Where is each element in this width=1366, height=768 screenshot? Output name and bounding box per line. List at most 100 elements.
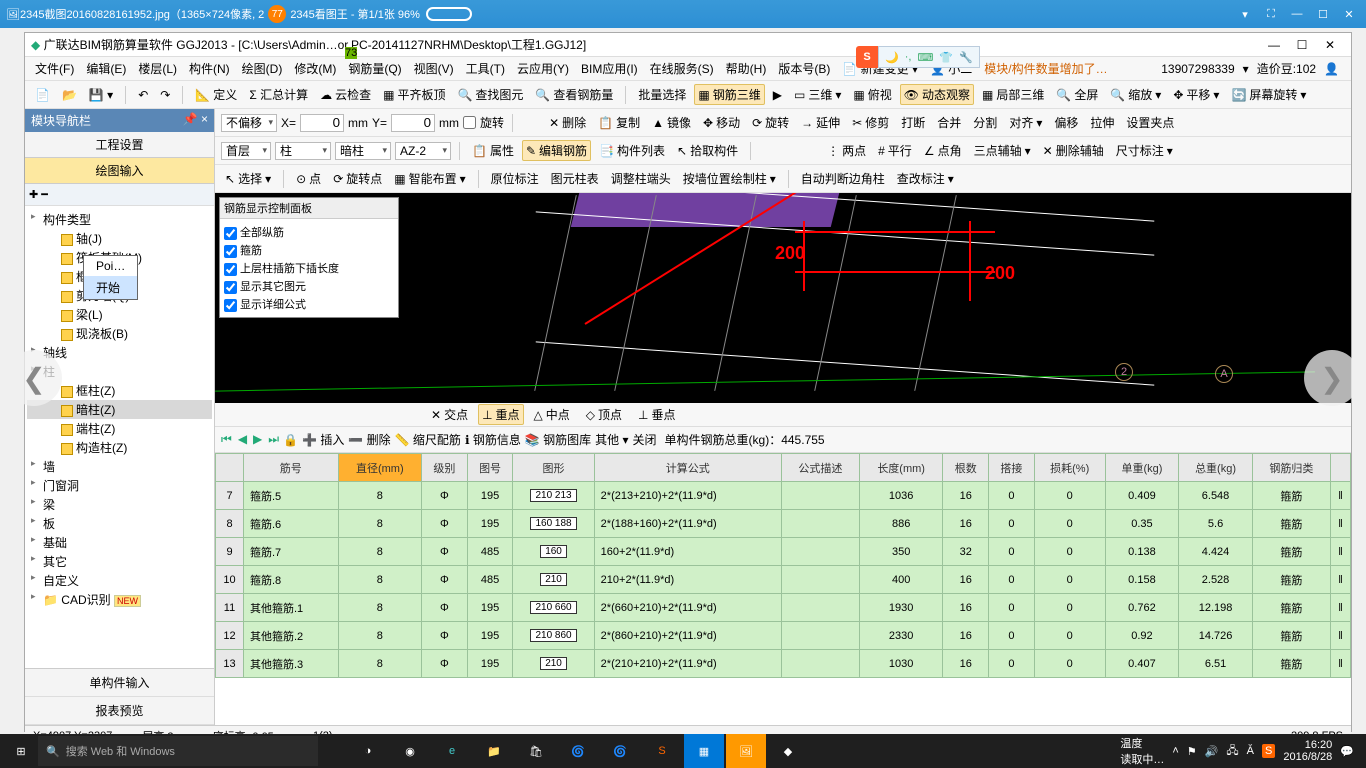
ime-wrench-icon[interactable]: 🔧 xyxy=(959,51,973,64)
three-aux-button[interactable]: 三点辅轴 ▾ xyxy=(970,140,1035,161)
cell[interactable]: 12 xyxy=(216,622,244,650)
viewer-minimize-icon[interactable]: — xyxy=(1286,5,1308,23)
rotate-button[interactable]: ⟳ 旋转 xyxy=(748,112,793,133)
cell[interactable]: 箍筋.8 xyxy=(244,566,339,594)
cell[interactable]: 8 xyxy=(338,650,421,678)
tree-node-custom[interactable]: 自定义 xyxy=(27,571,212,590)
property-button[interactable]: 📋 属性 xyxy=(468,140,518,161)
col-header[interactable]: 根数 xyxy=(943,454,989,482)
tray-up-icon[interactable]: ˄ xyxy=(1172,745,1178,757)
menu-cloud[interactable]: 云应用(Y) xyxy=(513,58,573,79)
task-icon[interactable]: 🌀 xyxy=(600,734,640,768)
cell[interactable]: 8 xyxy=(338,538,421,566)
local3d-button[interactable]: ▦ 局部三维 xyxy=(978,84,1048,105)
angle-button[interactable]: ∠ 点角 xyxy=(920,140,966,161)
cell[interactable]: 16 xyxy=(943,650,989,678)
parallel-button[interactable]: # 平行 xyxy=(874,140,916,161)
copy-button[interactable]: 📋 复制 xyxy=(594,112,644,133)
col-header[interactable] xyxy=(216,454,244,482)
rebar-display-panel[interactable]: 钢筋显示控制面板 全部纵筋 箍筋 上层柱插筋下插长度 显示其它图元 显示详细公式 xyxy=(219,197,399,318)
cell[interactable]: 0.158 xyxy=(1105,566,1179,594)
tree-leaf[interactable]: 端柱(Z) xyxy=(27,419,212,438)
cell[interactable]: 箍筋.6 xyxy=(244,510,339,538)
cell[interactable]: 195 xyxy=(467,482,513,510)
floor-combo[interactable]: 首层 xyxy=(221,142,271,160)
viewport-3d[interactable]: 200 200 2 A 钢筋显示控制面板 全部纵筋 箍筋 上层柱插筋下插长度 显… xyxy=(215,193,1351,403)
task-viewer-icon[interactable]: 🖼 xyxy=(726,734,766,768)
offset-button[interactable]: 偏移 xyxy=(1050,112,1082,133)
menu-modify[interactable]: 修改(M) xyxy=(290,58,340,79)
insert-row-button[interactable]: ➕ 插入 xyxy=(302,431,344,448)
cell[interactable]: 其他箍筋.3 xyxy=(244,650,339,678)
start-button[interactable]: ⊞ xyxy=(4,734,38,768)
tree-leaf[interactable]: 现浇板(B) xyxy=(27,324,212,343)
tray-notifications-icon[interactable]: 💬 xyxy=(1340,745,1354,758)
menu-online[interactable]: 在线服务(S) xyxy=(646,58,718,79)
rebar-info-button[interactable]: ℹ 钢筋信息 xyxy=(465,431,521,448)
fullscreen-button[interactable]: 🔍 全屏 xyxy=(1052,84,1102,105)
cell[interactable]: Φ xyxy=(422,482,468,510)
cell[interactable]: 10 xyxy=(216,566,244,594)
cat-combo[interactable]: 柱 xyxy=(275,142,331,160)
menu-note[interactable]: 模块/构件数量增加了… xyxy=(980,58,1111,79)
cell[interactable]: 195 xyxy=(467,622,513,650)
screen-rotate-button[interactable]: 🔄 屏幕旋转 ▾ xyxy=(1227,84,1310,105)
nav-single-input[interactable]: 单构件输入 xyxy=(25,669,214,697)
cell[interactable]: 11 xyxy=(216,594,244,622)
define-button[interactable]: 📐 定义 xyxy=(191,84,241,105)
menu-member[interactable]: 构件(N) xyxy=(185,58,234,79)
next-icon[interactable]: ▶ xyxy=(253,432,262,447)
by-wall-button[interactable]: 按墙位置绘制柱 ▾ xyxy=(679,168,780,189)
tree-node-cad[interactable]: 📁 CAD识别 NEW xyxy=(27,590,212,609)
viewer-prev-arrow[interactable]: ❮ xyxy=(6,350,62,406)
prev-icon[interactable]: ◀ xyxy=(238,432,247,447)
extend-button[interactable]: → 延伸 xyxy=(797,112,844,133)
cell[interactable]: 12.198 xyxy=(1179,594,1253,622)
member-id-combo[interactable]: AZ-2 xyxy=(395,142,451,160)
col-header[interactable]: 钢筋归类 xyxy=(1252,454,1330,482)
cell[interactable]: 0 xyxy=(1034,594,1105,622)
cell[interactable] xyxy=(781,510,859,538)
delete-button[interactable]: ✕ 删除 xyxy=(545,112,590,133)
pick-member-button[interactable]: ↖ 拾取构件 xyxy=(673,140,742,161)
cell[interactable]: 9 xyxy=(216,538,244,566)
menu-help[interactable]: 帮助(H) xyxy=(722,58,771,79)
cell[interactable]: 400 xyxy=(859,566,942,594)
rebar-qty-button[interactable]: 🔍 查看钢筋量 xyxy=(531,84,617,105)
cell[interactable]: 8 xyxy=(338,482,421,510)
col-header[interactable]: 公式描述 xyxy=(781,454,859,482)
stretch-button[interactable]: 拉伸 xyxy=(1086,112,1118,133)
ime-shirt-icon[interactable]: 👕 xyxy=(939,51,953,64)
split-button[interactable]: 分割 xyxy=(969,112,1001,133)
cell[interactable]: 0.762 xyxy=(1105,594,1179,622)
cell[interactable]: 箍筋 xyxy=(1252,538,1330,566)
tree-leaf[interactable]: 梁(L) xyxy=(27,305,212,324)
col-header[interactable]: 总重(kg) xyxy=(1179,454,1253,482)
cell[interactable]: 其他箍筋.1 xyxy=(244,594,339,622)
cell[interactable]: Φ xyxy=(422,650,468,678)
table-row[interactable]: 7箍筋.58Φ195210 2132*(213+210)+2*(11.9*d)1… xyxy=(216,482,1351,510)
opt-stirrup[interactable]: 箍筋 xyxy=(224,241,394,259)
tree-node-slab[interactable]: 板 xyxy=(27,514,212,533)
tray-network-icon[interactable]: 🖧 xyxy=(1226,742,1238,761)
tree-leaf-selected[interactable]: 暗柱(Z) xyxy=(27,400,212,419)
cell[interactable]: 195 xyxy=(467,594,513,622)
cell[interactable]: 1930 xyxy=(859,594,942,622)
cell[interactable]: 350 xyxy=(859,538,942,566)
cell[interactable]: 2*(660+210)+2*(11.9*d) xyxy=(594,594,781,622)
nav-tab-draw[interactable]: 绘图输入 xyxy=(25,158,214,184)
top-view-button[interactable]: ▦ 俯视 xyxy=(849,84,895,105)
nav-report-preview[interactable]: 报表预览 xyxy=(25,697,214,725)
cell[interactable] xyxy=(781,482,859,510)
cell[interactable]: 2330 xyxy=(859,622,942,650)
tree-node-wall[interactable]: 墙 xyxy=(27,457,212,476)
cell[interactable]: Φ xyxy=(422,622,468,650)
tree-popup[interactable]: Poi… 开始 xyxy=(83,255,138,300)
cell[interactable]: ‖ xyxy=(1330,650,1350,678)
cell[interactable]: Φ xyxy=(422,594,468,622)
task-icon[interactable]: ▦ xyxy=(684,734,724,768)
cell[interactable]: ‖ xyxy=(1330,594,1350,622)
col-header[interactable]: 损耗(%) xyxy=(1034,454,1105,482)
cell[interactable]: 1036 xyxy=(859,482,942,510)
break-button[interactable]: 打断 xyxy=(897,112,929,133)
